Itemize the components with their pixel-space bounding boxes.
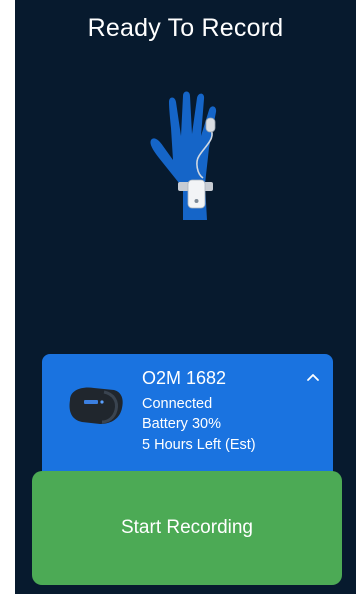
ring-oximeter-icon bbox=[69, 387, 123, 424]
chevron-up-icon[interactable] bbox=[303, 368, 323, 388]
app-screen: Ready To Record O2M 1682 Connected Batte… bbox=[15, 0, 356, 594]
device-card[interactable]: O2M 1682 Connected Battery 30% 5 Hours L… bbox=[42, 354, 333, 484]
time-left-estimate: 5 Hours Left (Est) bbox=[142, 437, 256, 453]
connection-status: Connected bbox=[142, 396, 213, 412]
device-name: O2M 1682 bbox=[142, 368, 227, 388]
hand-with-oximeter-icon bbox=[150, 91, 217, 220]
start-recording-button[interactable]: Start Recording bbox=[32, 471, 342, 585]
page-title: Ready To Record bbox=[87, 14, 284, 42]
battery-level: Battery 30% bbox=[142, 416, 221, 432]
